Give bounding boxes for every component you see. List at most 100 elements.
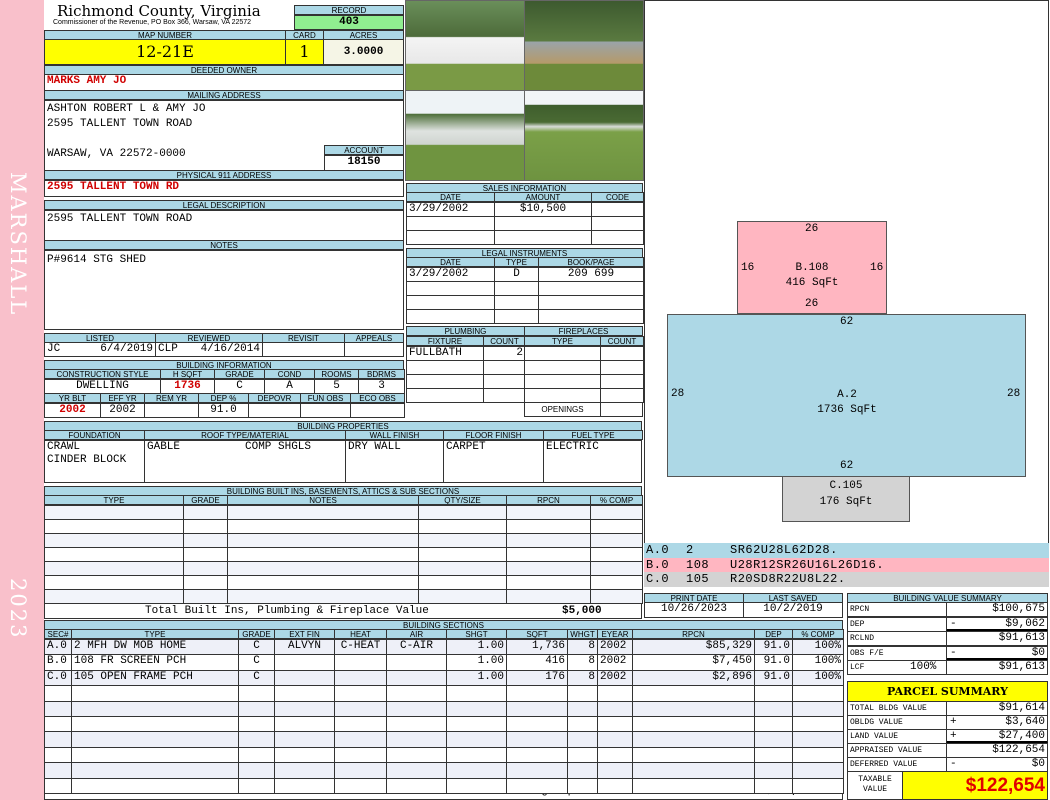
sections-empty-cell (567, 777, 598, 794)
instruments-empty-cell (494, 281, 539, 296)
sections-cell: 8 (567, 654, 598, 671)
sketch-code-cell: 105 (686, 572, 710, 586)
building-info-col-header: BDRMS (358, 369, 405, 379)
building-info-col-header: GRADE (214, 369, 265, 379)
sections-empty-cell (386, 731, 447, 748)
foundation-type: CRAWL (47, 441, 81, 453)
physical-address: 2595 TALLENT TOWN RD (44, 180, 404, 197)
a-area: 1736 SqFt (817, 404, 877, 416)
account-value: 18150 (324, 155, 404, 171)
builtins-empty-cell (506, 533, 591, 548)
fireplaces-empty-cell (600, 388, 644, 403)
building-info2-cell: 2002 (100, 403, 145, 418)
floor-finish-value: CARPET (443, 440, 544, 483)
sections-empty-cell (334, 762, 387, 779)
builtins-empty-cell (418, 561, 507, 576)
sections-empty-cell (597, 762, 633, 779)
sections-empty-cell (446, 700, 507, 717)
sections-empty-cell (71, 762, 239, 779)
parcel-label: OBLDG VALUE (847, 715, 947, 730)
sections-empty-cell (71, 700, 239, 717)
parcel-sign: + (950, 730, 957, 742)
sketch-area[interactable]: 26 16 16 26 B.108 416 SqFt 62 28 28 62 A… (644, 0, 1049, 544)
sections-empty-cell (754, 700, 793, 717)
sections-empty-cell (274, 746, 335, 764)
sections-cell: C-HEAT (334, 639, 387, 656)
building-info2-col-header: REM YR (144, 393, 199, 403)
sales-empty-cell (494, 230, 592, 245)
sections-empty-cell (597, 746, 633, 764)
sections-cell: 8 (567, 669, 598, 687)
sections-cell: 1.00 (446, 654, 507, 671)
sections-cell: C.0 (44, 669, 72, 687)
plumbing-empty-cell (406, 388, 484, 403)
mailing-line-1: ASHTON ROBERT L & AMY JO (47, 103, 206, 115)
property-photo-shed[interactable] (405, 0, 525, 91)
builtins-total-value: $5,000 (562, 605, 602, 617)
property-photo-house-yard[interactable] (524, 90, 644, 181)
property-photo-pool[interactable] (524, 0, 644, 91)
sections-cell: $85,329 (632, 639, 755, 656)
sections-col-header: SEC# (44, 629, 72, 639)
sections-empty-cell (446, 731, 507, 748)
roof-value: GABLE COMP SHGLS (144, 440, 346, 483)
sections-empty-cell (754, 762, 793, 779)
sections-cell: B.0 (44, 654, 72, 671)
taxable-label-1: TAXABLE (858, 775, 892, 784)
c-area: 176 SqFt (819, 496, 873, 508)
sections-cell: 91.0 (754, 654, 793, 671)
builtins-empty-cell (590, 589, 643, 604)
b-bottom-dim: 26 (805, 298, 819, 310)
sections-cell: 1.00 (446, 639, 507, 656)
district-strip: MARSHALL 2023 (0, 0, 44, 800)
instruments-cell: 3/29/2002 (406, 267, 495, 282)
building-info2-cell: 91.0 (198, 403, 249, 418)
sections-col-header: WHGT (567, 629, 598, 639)
fireplaces-empty-cell (524, 388, 601, 403)
sections-empty-cell (274, 777, 335, 794)
sections-empty-cell (71, 716, 239, 733)
builtins-empty-cell (590, 533, 643, 548)
a-top-dim: 62 (840, 316, 854, 328)
value-summary-label: RPCN (847, 602, 947, 617)
notes-value: P#9614 STG SHED (44, 250, 404, 330)
building-info-cell: 5 (314, 379, 359, 394)
fireplaces-empty-cell (524, 374, 601, 389)
sections-empty-cell (506, 731, 568, 748)
value-summary-value: $91,613 (946, 660, 1048, 675)
sections-empty-cell (71, 777, 239, 794)
sections-cell: 100% (792, 654, 844, 671)
building-info2-col-header: DEPOVR (248, 393, 301, 403)
district-name: MARSHALL (6, 172, 30, 317)
parcel-value: $122,654 (946, 743, 1048, 758)
builtins-empty-cell (418, 505, 507, 520)
plumbing-empty-cell (406, 374, 484, 389)
sections-cell: 416 (506, 654, 568, 671)
sections-empty-cell (632, 716, 755, 733)
sections-cell: 8 (567, 639, 598, 656)
sections-cell: 2002 (597, 639, 633, 656)
listed-date: 6/4/2019 (100, 343, 153, 355)
record-header: RECORD (294, 5, 404, 15)
fireplaces-empty-cell (600, 360, 644, 375)
property-photo-house-front[interactable] (405, 90, 525, 181)
sales-empty-cell (591, 216, 644, 231)
parcel-label: LAND VALUE (847, 729, 947, 744)
builtins-empty-cell (183, 547, 228, 562)
sections-empty-cell (238, 762, 275, 779)
sections-empty-cell (386, 700, 447, 717)
building-info2-col-header: DEP % (198, 393, 249, 403)
value-summary-value: $100,675 (946, 602, 1048, 617)
sections-cell (334, 669, 387, 687)
sections-empty-cell (792, 716, 844, 733)
parcel-summary-title: PARCEL SUMMARY (847, 681, 1048, 702)
sections-cell (274, 669, 335, 687)
properties-col-header: FUEL TYPE (543, 430, 643, 440)
sections-col-header: SQFT (506, 629, 568, 639)
builtins-empty-cell (44, 575, 184, 590)
sections-empty-cell (792, 731, 844, 748)
building-info-cell: C (214, 379, 265, 394)
builtins-empty-cell (183, 533, 228, 548)
builtins-col-header: QTY/SIZE (418, 495, 507, 505)
sections-cell: 100% (792, 669, 844, 687)
